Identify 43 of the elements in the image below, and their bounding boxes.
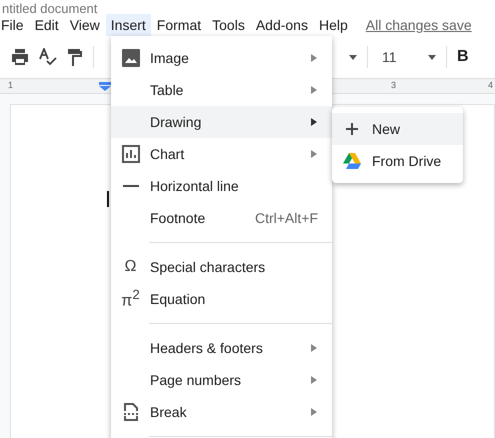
menu-item[interactable]: View xyxy=(64,14,105,36)
menu-option[interactable]: Headers & footers xyxy=(111,332,332,364)
menu-option[interactable]: Horizontal line xyxy=(111,170,332,202)
dropdown-caret-icon[interactable] xyxy=(349,54,357,60)
page-break-icon xyxy=(122,403,138,421)
font-size-field[interactable]: 11 xyxy=(378,49,418,65)
menu-option[interactable]: Drawing xyxy=(111,106,332,138)
menu-option[interactable]: Break xyxy=(111,396,332,428)
menu-item[interactable]: Edit xyxy=(30,14,64,36)
plus-icon xyxy=(346,123,358,135)
symbol-icon: π$^{2}$ xyxy=(121,287,140,311)
menu-item[interactable]: Add-ons xyxy=(250,14,313,36)
drive-icon xyxy=(343,153,361,169)
menu-item[interactable]: File xyxy=(0,14,29,36)
menu-item[interactable]: Format xyxy=(152,14,206,36)
menu-option[interactable]: New xyxy=(332,113,463,145)
text-cursor xyxy=(107,191,109,207)
menu-option[interactable]: Footnote Ctrl+Alt+F xyxy=(111,202,332,234)
ruler-number: 4 xyxy=(488,80,494,90)
symbol-icon: Ω xyxy=(124,258,136,276)
menu-option[interactable]: Page numbers xyxy=(111,364,332,396)
menu-item[interactable]: Tools xyxy=(207,14,250,36)
menu-item[interactable]: Help xyxy=(314,14,353,36)
menu-option[interactable]: Ω Special characters xyxy=(111,251,332,283)
image-icon xyxy=(122,49,140,67)
horizontal-line-icon xyxy=(122,185,138,187)
spellcheck-icon[interactable] xyxy=(39,48,57,66)
print-icon[interactable] xyxy=(11,49,29,65)
document-title[interactable]: ntitled document xyxy=(0,1,98,16)
menu-option[interactable]: Image xyxy=(111,42,332,74)
indent-marker-icon[interactable] xyxy=(99,82,111,91)
menu-option[interactable]: From Drive xyxy=(332,145,463,177)
ruler-number: 1 xyxy=(8,80,14,90)
menu-option[interactable]: Chart xyxy=(111,138,332,170)
save-status-link[interactable]: All changes save xyxy=(366,17,472,33)
dropdown-caret-icon[interactable] xyxy=(428,54,436,60)
chart-icon xyxy=(122,145,140,163)
ruler-number: 3 xyxy=(391,80,396,90)
menu-option[interactable]: π$^{2}$ Equation xyxy=(111,283,332,315)
paint-format-icon[interactable] xyxy=(67,48,83,66)
menu-item[interactable]: Insert xyxy=(106,14,151,36)
menu-option[interactable]: Table xyxy=(111,74,332,106)
bold-button[interactable]: B xyxy=(457,48,469,66)
